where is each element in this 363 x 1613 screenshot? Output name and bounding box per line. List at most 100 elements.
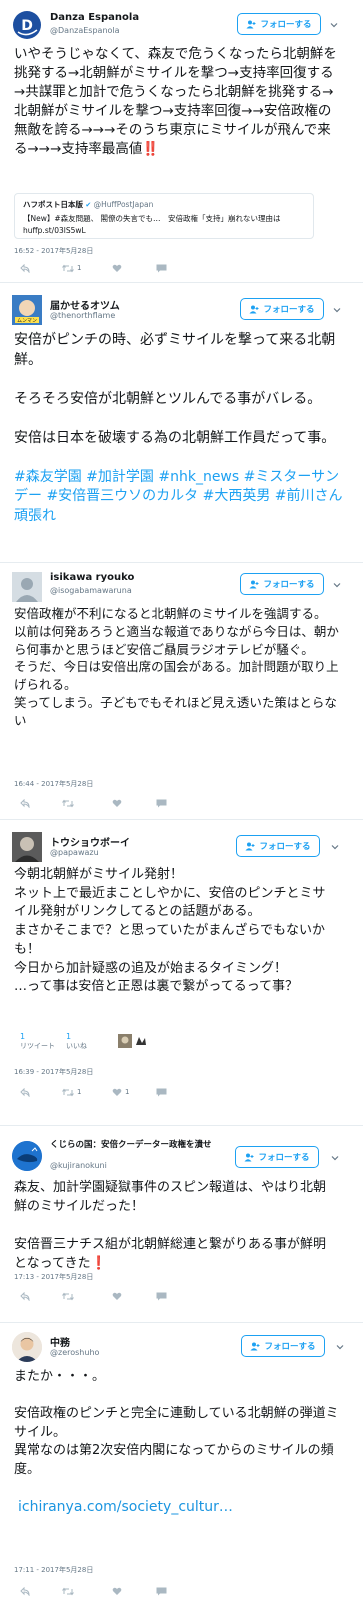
- reply-button[interactable]: [20, 262, 30, 274]
- avatar[interactable]: D: [12, 10, 42, 40]
- chevron-down-icon[interactable]: [329, 20, 339, 30]
- message-button[interactable]: [156, 1290, 167, 1302]
- avatar: [118, 1034, 132, 1048]
- tweet-actions: [20, 1290, 180, 1302]
- display-name[interactable]: 届かせるオツム: [50, 297, 120, 312]
- message-button[interactable]: [156, 1086, 167, 1098]
- quoted-tweet[interactable]: ハフポスト日本版 ✔ @HuffPostJapan 【New】#森友問題、 閣僚…: [14, 193, 314, 239]
- add-user-icon: [246, 20, 256, 28]
- add-user-icon: [249, 305, 259, 313]
- display-name[interactable]: トウショウボーイ: [50, 834, 130, 849]
- chevron-down-icon[interactable]: [330, 842, 340, 852]
- quote-handle: @HuffPostJapan: [93, 200, 154, 209]
- timestamp[interactable]: 16:39 - 2017年5月28日: [14, 1067, 93, 1077]
- like-count: 1: [125, 1088, 130, 1096]
- follow-button[interactable]: フォローする: [241, 1335, 325, 1357]
- message-button[interactable]: [156, 1585, 167, 1597]
- like-stat-label: いいね: [66, 1042, 87, 1050]
- timestamp[interactable]: 17:13 - 2017年5月28日: [14, 1272, 93, 1282]
- quote-text: 【New】#森友問題、 閣僚の失言でも… 安倍政権「支持」崩れない理由は: [23, 214, 281, 223]
- tweet-card: くじらの国：安倍クーデーター政権を潰せ @kujiranokuni フォローする…: [0, 1131, 363, 1323]
- display-name[interactable]: 中務: [50, 1334, 70, 1349]
- avatar[interactable]: [12, 1141, 42, 1171]
- svg-text:ムンマン: ムンマン: [17, 318, 37, 324]
- tweet-text-main: またか・・・。 安倍政権のピンチと完全に連動している北朝鮮の弾道ミサイル。 異常…: [14, 1369, 339, 1477]
- retweet-icon: [62, 1587, 74, 1595]
- tweet-actions: 1 1: [20, 1086, 180, 1098]
- like-button[interactable]: [112, 1585, 122, 1597]
- heart-icon: [112, 1587, 122, 1595]
- avatar[interactable]: [12, 572, 42, 602]
- retweet-button[interactable]: 1: [62, 1086, 81, 1098]
- display-name[interactable]: くじらの国：安倍クーデーター政権を潰せ: [50, 1138, 212, 1150]
- reply-button[interactable]: [20, 1585, 30, 1597]
- tweet-card: ムンマン 届かせるオツム @thenorthflame フォローする 安倍がピン…: [0, 287, 363, 563]
- avatar[interactable]: [12, 832, 42, 862]
- user-handle[interactable]: @DanzaEspanola: [50, 26, 120, 35]
- retweet-button[interactable]: 1: [62, 262, 81, 274]
- tweet-actions: [20, 1585, 180, 1597]
- add-user-icon: [249, 580, 259, 588]
- like-button[interactable]: [112, 1290, 122, 1302]
- timestamp[interactable]: 16:44 - 2017年5月28日: [14, 779, 93, 789]
- message-button[interactable]: [156, 797, 167, 809]
- reply-icon: [20, 1291, 30, 1301]
- tweet-actions: [20, 797, 180, 809]
- avatar[interactable]: [12, 1332, 42, 1362]
- retweet-count: 1: [77, 264, 82, 272]
- tweet-actions: 1: [20, 262, 180, 274]
- tweet-text: 安倍政権が不利になると北朝鮮のミサイルを強調する。 以前は何発あろうと適当な報道…: [14, 606, 339, 728]
- add-user-icon: [244, 1153, 254, 1161]
- follow-button[interactable]: フォローする: [240, 573, 324, 595]
- message-icon: [156, 799, 167, 807]
- follow-label: フォローする: [264, 1342, 316, 1352]
- liker-avatars[interactable]: [118, 1034, 148, 1048]
- user-handle[interactable]: @kujiranokuni: [50, 1161, 107, 1170]
- follow-button[interactable]: フォローする: [235, 1146, 319, 1168]
- message-icon: [156, 1292, 167, 1300]
- retweet-button[interactable]: [62, 1290, 74, 1302]
- message-button[interactable]: [156, 262, 167, 274]
- follow-button[interactable]: フォローする: [237, 13, 321, 35]
- retweet-icon: [62, 799, 74, 807]
- like-stat-count[interactable]: 1: [66, 1032, 96, 1041]
- retweet-button[interactable]: [62, 1585, 74, 1597]
- retweet-stat-count[interactable]: 1: [20, 1032, 60, 1041]
- retweet-icon: [62, 264, 74, 272]
- chevron-down-icon[interactable]: [332, 305, 342, 315]
- like-button[interactable]: [112, 797, 122, 809]
- chevron-down-icon[interactable]: [335, 1342, 345, 1352]
- timestamp[interactable]: 17:11 - 2017年5月28日: [14, 1565, 93, 1575]
- user-handle[interactable]: @papawazu: [50, 848, 99, 857]
- display-name[interactable]: isikawa ryouko: [50, 572, 134, 583]
- reply-button[interactable]: [20, 797, 30, 809]
- follow-button[interactable]: フォローする: [236, 835, 320, 857]
- reply-icon: [20, 1087, 30, 1097]
- hashtag-list[interactable]: #森友学園 #加計学園 #nhk_news #ミスターサンデー #安倍晋三ウソの…: [14, 469, 343, 524]
- tweet-card: トウショウボーイ @papawazu フォローする 今朝北朝鮮がミサイル発射！ …: [0, 824, 363, 1126]
- user-handle[interactable]: @thenorthflame: [50, 311, 115, 320]
- timestamp[interactable]: 16:52 - 2017年5月28日: [14, 246, 93, 256]
- display-name[interactable]: Danza Espanola: [50, 12, 139, 23]
- avatar[interactable]: ムンマン: [12, 295, 42, 325]
- reply-button[interactable]: [20, 1290, 30, 1302]
- user-handle[interactable]: @zeroshuho: [50, 1348, 99, 1357]
- chevron-down-icon[interactable]: [332, 580, 342, 590]
- reply-icon: [20, 798, 30, 808]
- retweet-count: 1: [77, 1088, 82, 1096]
- message-icon: [156, 1088, 167, 1096]
- retweet-icon: [62, 1292, 74, 1300]
- tweet-text: またか・・・。 安倍政権のピンチと完全に連動している北朝鮮の弾道ミサイル。 異常…: [14, 1368, 344, 1518]
- follow-label: フォローする: [260, 20, 312, 30]
- tweet-card: isikawa ryouko @isogabamawaruna フォローする 安…: [0, 566, 363, 820]
- retweet-button[interactable]: [62, 797, 74, 809]
- user-handle[interactable]: @isogabamawaruna: [50, 586, 132, 595]
- tweet-link[interactable]: ichiranya.com/society_cultur…: [14, 1499, 233, 1515]
- like-button[interactable]: 1: [112, 1086, 129, 1098]
- follow-button[interactable]: フォローする: [240, 298, 324, 320]
- follow-label: フォローする: [263, 305, 315, 315]
- like-button[interactable]: [112, 262, 122, 274]
- reply-button[interactable]: [20, 1086, 30, 1098]
- chevron-down-icon[interactable]: [330, 1153, 340, 1163]
- add-user-icon: [245, 842, 255, 850]
